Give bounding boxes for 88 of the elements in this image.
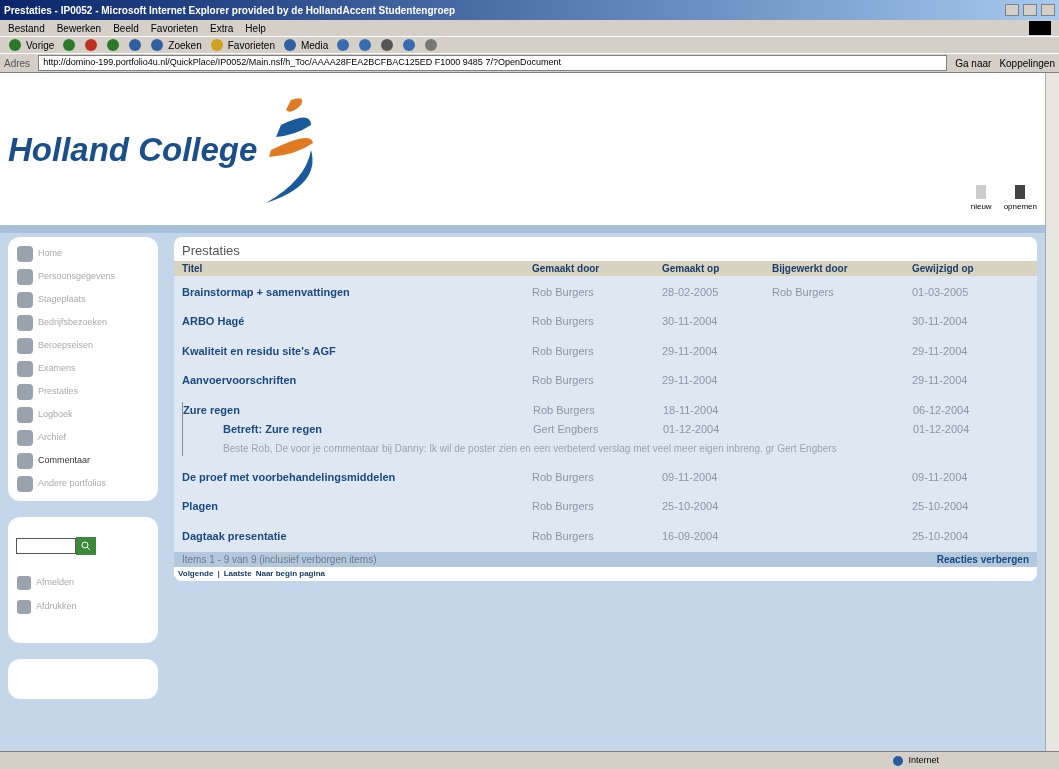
sidebar-item[interactable]: Commentaar [16,452,150,470]
toolbar-button[interactable]: Zoeken [150,37,202,53]
table-cell-text: Rob Burgers [532,499,595,514]
toolbar-button[interactable]: Favorieten [209,37,275,53]
nav-icon [16,475,34,493]
nav-icon [16,599,32,615]
search-button[interactable] [76,537,96,555]
table-cell-text: 25-10-2004 [662,499,720,514]
address-field[interactable]: http://domino-199.portfolio4u.nl/QuickPlace/IP0052/Main.nsf/h_Toc/AAAA28FEA2BCFBAC125ED F1000 9485 7/?OpenDocument [38,55,948,71]
table-cell-text: 28-02-2005 [662,284,720,300]
nav-icon [16,291,34,309]
links-button[interactable]: Koppelingen [999,55,1055,71]
table-cell-text: Rob Burgers [532,373,595,388]
table-cell-text: 29-11-2004 [912,343,969,359]
nav-icon [16,406,34,424]
table-cell-text: Rob Burgers [772,284,835,300]
table-cell-text: 29-11-2004 [912,373,969,388]
table-cell-text: 09-11-2004 [912,469,969,485]
table-cell-text: Gert Engbers [533,422,600,437]
table-cell-text: Rob Burgers [532,528,595,544]
logo-text: Holland College [8,130,258,171]
column-header[interactable]: Titel [182,260,532,276]
pager-link[interactable]: Naar begin pagina [255,568,326,580]
comment-text: Beste Rob, De voor je commentaar bij Danny: Ik wil de poster zien en een verbeterd verslag met veel meer eigen inbreng. gr Gert Engbers [222,441,838,456]
toolbar-button[interactable]: Media [282,37,329,53]
document-link[interactable]: Zure regen [183,401,533,418]
nav-icon [16,314,34,332]
document-link[interactable]: Betreft: Zure regen [183,421,533,438]
separator: | [217,568,220,580]
document-link[interactable]: ARBO Hagé [182,313,532,330]
table-cell-text: 09-11-2004 [662,469,719,485]
table-cell-text: 01-12-2004 [663,422,721,437]
go-button[interactable]: Ga naar [955,55,992,71]
table-cell-text: 29-11-2004 [662,343,719,359]
nav-icon [16,429,34,447]
table-cell-text: Rob Burgers [532,343,595,359]
column-header[interactable]: Gemaakt door [532,260,662,276]
table-cell-text: 01-03-2005 [912,284,970,300]
window-title: Prestaties - IP0052 - Microsoft Internet Explorer provided by de HollandAccent Studentengroep [4,3,456,18]
table-cell-text: 30-11-2004 [912,314,969,329]
hide-replies-link[interactable]: Reacties verbergen [936,552,1029,567]
menu-item[interactable]: Beeld [113,20,139,36]
address-label: Adres [4,56,31,71]
menu-item[interactable]: Bewerken [56,20,102,36]
table-cell-text: 18-11-2004 [663,402,720,418]
table-cell-text: 25-10-2004 [912,499,970,514]
table-cell-text: Rob Burgers [532,314,595,329]
table-cell-text: Rob Burgers [533,402,596,418]
menu-item[interactable]: Extra [210,20,234,36]
table-cell-text: Rob Burgers [532,284,595,300]
pager-link[interactable]: Laatste [223,568,252,580]
search-field[interactable] [16,538,76,554]
column-header[interactable]: Gemaakt op [662,260,772,276]
zone-label: Internet [908,753,939,767]
column-header[interactable]: Gewijzigd op [912,260,1029,276]
table-cell-text: 01-12-2004 [913,422,971,437]
nav-icon [16,337,34,355]
document-link[interactable]: Plagen [182,498,532,515]
table-cell-text: 06-12-2004 [913,402,971,418]
header-action[interactable]: opnemen [1003,183,1037,213]
close-button[interactable] [1041,4,1055,16]
document-link[interactable]: Kwaliteit en residu site's AGF [182,342,532,359]
table-cell-text: Rob Burgers [532,469,595,485]
document-link[interactable]: Dagtaak presentatie [182,527,532,544]
menu-item[interactable]: Help [245,20,266,36]
menu-item[interactable]: Bestand [8,20,45,36]
nav-icon [16,452,34,470]
document-link[interactable]: De proef met voorbehandelingsmiddelen [182,468,532,485]
table-cell-text: 29-11-2004 [662,373,719,388]
nav-icon [16,383,34,401]
pager-link[interactable]: Volgende [178,568,214,580]
table-cell-text: 16-09-2004 [662,528,720,544]
nav-icon [16,360,34,378]
nav-icon [16,245,34,263]
maximize-button[interactable] [1023,4,1037,16]
nav-icon [16,575,32,591]
menu-item[interactable]: Favorieten [150,20,198,36]
column-header[interactable]: Bijgewerkt door [772,260,912,276]
page-title: Prestaties [182,243,240,258]
document-link[interactable]: Aanvoervoorschriften [182,372,532,389]
toolbar-button[interactable]: Vorige [8,37,55,53]
item-count: Items 1 - 9 van 9 (inclusief verborgen items) [182,553,377,567]
table-cell-text: 25-10-2004 [912,528,970,544]
nav-icon [16,268,34,286]
header-action[interactable]: nieuw [970,183,992,213]
table-cell-text: 30-11-2004 [662,314,719,329]
document-link[interactable]: Brainstormap + samenvattingen [182,283,532,300]
minimize-button[interactable] [1005,4,1019,16]
